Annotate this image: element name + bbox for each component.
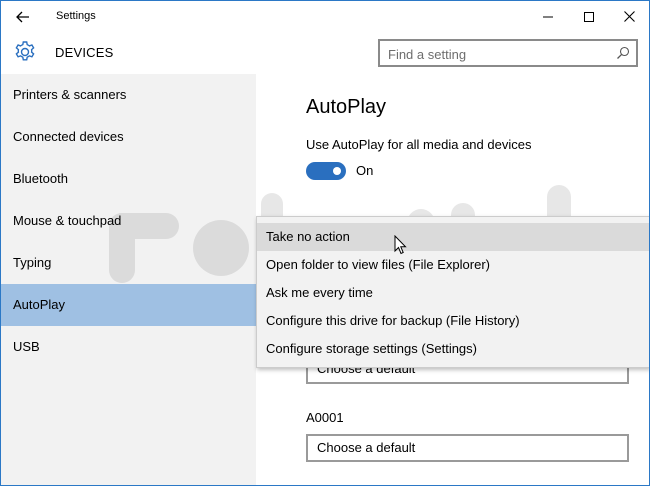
menu-item-open-folder[interactable]: Open folder to view files (File Explorer… xyxy=(257,251,649,279)
sidebar-item-connected-devices[interactable]: Connected devices xyxy=(1,116,256,158)
toggle-state-label: On xyxy=(356,163,374,178)
search-input[interactable] xyxy=(388,45,608,63)
page-title: AutoPlay xyxy=(306,96,387,118)
sidebar-item-usb[interactable]: USB xyxy=(1,326,256,368)
search-box[interactable] xyxy=(378,39,638,67)
autoplay-options-menu: Take no action Open folder to view files… xyxy=(256,216,649,368)
sidebar-item-mouse-touchpad[interactable]: Mouse & touchpad xyxy=(1,200,256,242)
autoplay-toggle[interactable] xyxy=(306,162,346,180)
back-arrow-icon xyxy=(16,11,29,23)
section-title: DEVICES xyxy=(55,45,114,60)
toggle-knob xyxy=(333,167,341,175)
sidebar: Printers & scanners Connected devices Bl… xyxy=(1,74,256,485)
menu-item-configure-backup[interactable]: Configure this drive for backup (File Hi… xyxy=(257,307,649,335)
title-bar: Settings xyxy=(1,1,649,32)
window-title: Settings xyxy=(56,10,96,22)
menu-item-take-no-action[interactable]: Take no action xyxy=(257,223,649,251)
menu-item-configure-storage[interactable]: Configure storage settings (Settings) xyxy=(257,335,649,363)
maximize-button[interactable] xyxy=(567,1,611,32)
sidebar-item-typing[interactable]: Typing xyxy=(1,242,256,284)
sidebar-item-autoplay[interactable]: AutoPlay xyxy=(1,284,256,326)
close-icon xyxy=(623,11,635,22)
minimize-button[interactable] xyxy=(526,1,570,32)
sidebar-item-printers-scanners[interactable]: Printers & scanners xyxy=(1,74,256,116)
minimize-icon xyxy=(543,16,553,17)
close-button[interactable] xyxy=(607,1,649,32)
settings-window: Settings DEVICES Find a setting Printers… xyxy=(0,0,650,486)
maximize-icon xyxy=(584,11,594,22)
search-icon[interactable] xyxy=(616,46,630,60)
sidebar-item-bluetooth[interactable]: Bluetooth xyxy=(1,158,256,200)
drive-label: A0001 xyxy=(306,410,344,425)
drive-dropdown[interactable]: Choose a default xyxy=(306,434,629,462)
back-button[interactable] xyxy=(9,5,37,29)
autoplay-setting-label: Use AutoPlay for all media and devices xyxy=(306,137,532,152)
gear-icon xyxy=(15,41,35,61)
settings-header: DEVICES xyxy=(1,32,649,74)
mouse-cursor-icon xyxy=(394,235,407,255)
menu-item-ask-every-time[interactable]: Ask me every time xyxy=(257,279,649,307)
